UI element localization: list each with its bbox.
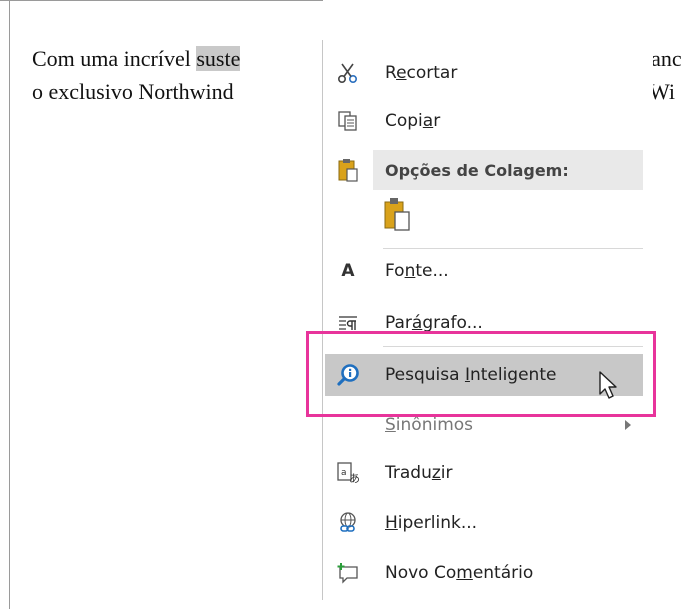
translate-label: Traduzir bbox=[385, 463, 453, 483]
document-text: Com uma incrível bbox=[32, 46, 197, 71]
paste-keep-format-button[interactable] bbox=[377, 192, 417, 240]
synonyms-label: Sinônimos bbox=[385, 415, 474, 435]
selected-text[interactable]: suste bbox=[196, 46, 241, 71]
cut-label: Recortar bbox=[385, 63, 458, 83]
new-comment-label: Novo Comentário bbox=[385, 563, 534, 583]
copy-icon bbox=[323, 98, 373, 144]
document-line-2: o exclusivo Northwind bbox=[32, 79, 234, 104]
hyperlink-menu-item[interactable]: Hiperlink... bbox=[323, 500, 653, 546]
font-icon: A bbox=[341, 261, 355, 281]
new-comment-menu-item[interactable]: Novo Comentário bbox=[323, 550, 653, 596]
document-line-1[interactable]: Com uma incrível suste bbox=[32, 46, 241, 72]
svg-text:a: a bbox=[341, 468, 347, 478]
document-left-border bbox=[9, 0, 10, 609]
paragraph-label: Parágrafo... bbox=[385, 313, 483, 333]
copy-menu-item[interactable]: Copiar bbox=[323, 98, 653, 144]
mouse-cursor-icon bbox=[596, 368, 624, 409]
translate-menu-item[interactable]: a あ Traduzir bbox=[323, 450, 653, 496]
font-label: Fonte... bbox=[385, 261, 449, 281]
scissors-icon bbox=[323, 50, 373, 96]
clipboard-icon bbox=[323, 150, 373, 190]
submenu-arrow-icon bbox=[625, 420, 631, 430]
cut-menu-item[interactable]: Recortar bbox=[323, 50, 653, 96]
svg-text:あ: あ bbox=[349, 472, 360, 485]
hyperlink-icon bbox=[323, 500, 373, 546]
paste-options-label: Opções de Colagem: bbox=[385, 160, 569, 180]
copy-label: Copiar bbox=[385, 111, 441, 131]
paste-keep-format-icon bbox=[382, 194, 412, 239]
context-menu: Recortar Copiar Opções de Colagem: A Fon… bbox=[322, 40, 653, 600]
new-comment-icon bbox=[323, 550, 373, 596]
font-menu-item[interactable]: A Fonte... bbox=[323, 248, 653, 294]
paste-options-header: Opções de Colagem: bbox=[373, 150, 643, 190]
translate-icon: a あ bbox=[323, 450, 373, 496]
document-top-border bbox=[0, 0, 323, 1]
hyperlink-label: Hiperlink... bbox=[385, 513, 478, 533]
